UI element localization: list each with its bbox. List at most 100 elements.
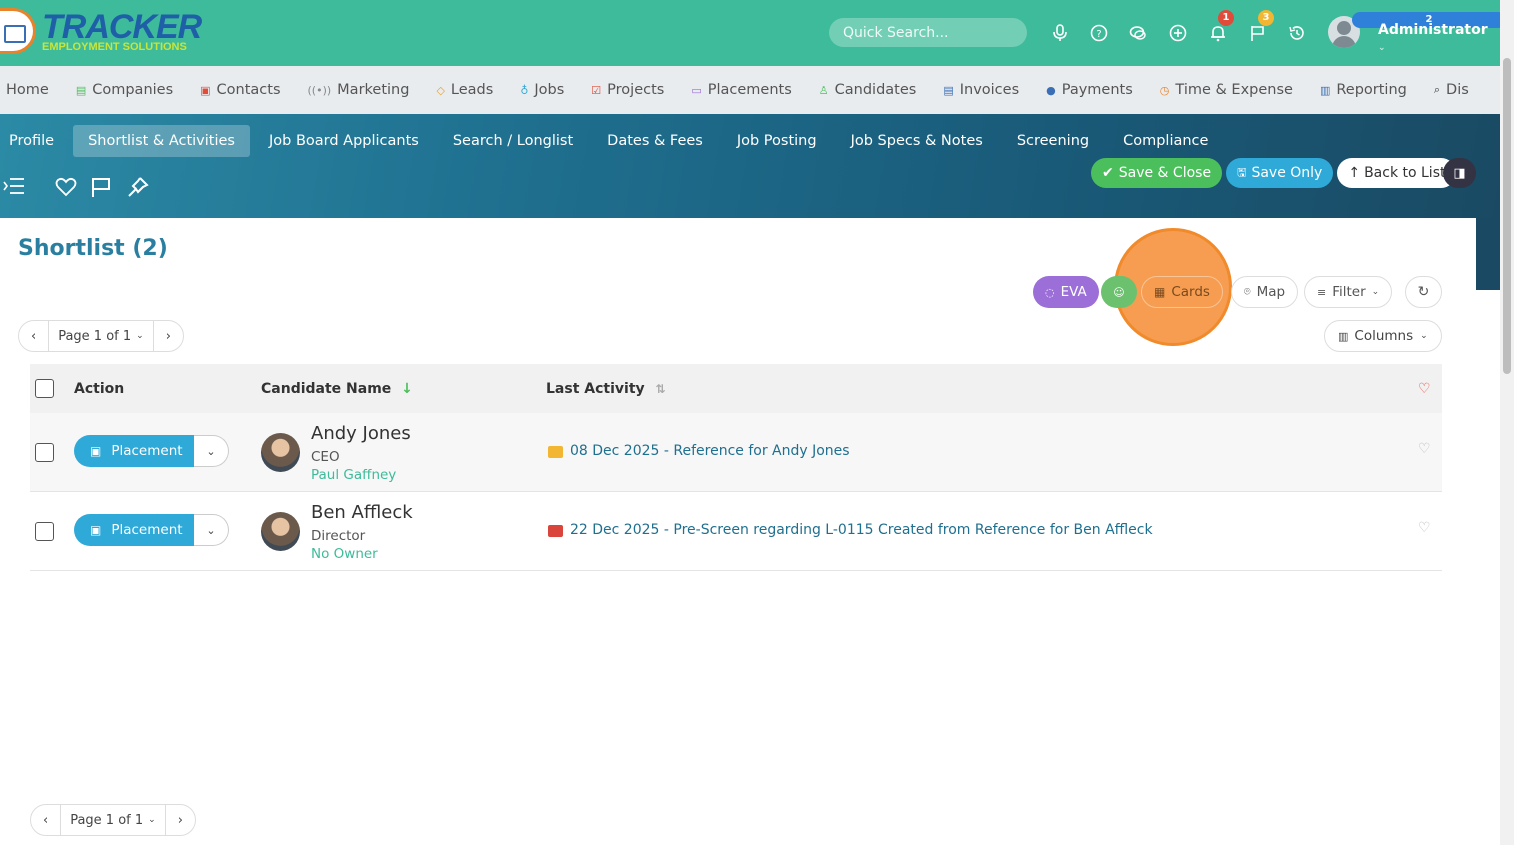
refresh-button[interactable]: ↻ <box>1405 276 1442 308</box>
nav-item-invoices[interactable]: ▤ Invoices <box>943 82 1019 98</box>
history-icon[interactable] <box>1287 24 1307 44</box>
shortlist-panel: Shortlist (2) ◌ EVA ☺ ▦ Cards ⌾ Map ≡ Filter… <box>0 218 1476 845</box>
header-last-activity[interactable]: Last Activity ⇅ <box>546 381 666 397</box>
filter-button[interactable]: ≡ Filter ⌄ <box>1304 276 1393 308</box>
candidate-avatar[interactable] <box>261 512 300 551</box>
header-candidate-name[interactable]: Candidate Name ↓ <box>261 381 413 397</box>
svg-text:?: ? <box>1096 29 1101 40</box>
notification-badge: 1 <box>1218 10 1234 26</box>
candidate-role: CEO <box>311 449 340 465</box>
briefcase-icon: ▣ <box>90 444 102 458</box>
tab-job-specs-notes[interactable]: Job Specs & Notes <box>836 125 998 157</box>
cards-view-button[interactable]: ▦ Cards <box>1141 276 1223 308</box>
payment-icon: ● <box>1046 83 1056 97</box>
nav-item-companies[interactable]: ▤ Companies <box>76 82 173 98</box>
placement-dropdown-toggle[interactable]: ⌄ <box>194 435 229 467</box>
last-activity-link[interactable]: 08 Dec 2025 - Reference for Andy Jones <box>570 443 850 459</box>
columns-button[interactable]: ▥ Columns ⌄ <box>1324 320 1442 352</box>
table-row[interactable]: ▣ Placement ⌄ Andy Jones CEO Paul Gaffney 08 D… <box>30 413 1442 492</box>
prev-page-button[interactable]: ‹ <box>19 321 48 351</box>
candidate-avatar[interactable] <box>261 433 300 472</box>
scrollbar-thumb[interactable] <box>1503 58 1511 374</box>
flag-icon[interactable]: 3 <box>1248 10 1274 44</box>
nav-item-marketing[interactable]: ((•)) Marketing <box>308 82 410 98</box>
nav-item-label: Payments <box>1061 82 1133 98</box>
nav-item-dis[interactable]: ⌕ Dis <box>1434 82 1469 98</box>
nav-item-leads[interactable]: ◇ Leads <box>436 82 493 98</box>
list-view-button[interactable]: ☺ <box>1101 276 1137 308</box>
user-name: Administrator <box>1378 22 1488 38</box>
flag-record-icon[interactable] <box>90 176 112 203</box>
nav-item-payments[interactable]: ● Payments <box>1046 82 1133 98</box>
page-scrollbar[interactable] <box>1500 0 1514 845</box>
tab-job-board-applicants[interactable]: Job Board Applicants <box>254 125 434 157</box>
nav-item-home[interactable]: Home <box>6 82 49 98</box>
tab-screening[interactable]: Screening <box>1002 125 1104 157</box>
cards-label: Cards <box>1171 284 1210 300</box>
table-header: Action Candidate Name ↓ Last Activity ⇅ … <box>30 364 1442 413</box>
next-page-button[interactable]: › <box>166 805 195 835</box>
quick-search-input[interactable] <box>829 18 1027 47</box>
record-header-band: Profile Shortlist & Activities Job Board A… <box>0 114 1500 218</box>
panel-toggle-button[interactable]: ◨ <box>1443 158 1476 188</box>
nav-item-candidates[interactable]: ♙ Candidates <box>819 82 917 98</box>
microphone-icon[interactable] <box>1050 24 1070 44</box>
row-checkbox[interactable] <box>35 443 54 462</box>
sidebar-toggle-icon[interactable] <box>3 176 25 201</box>
save-only-label: Save Only <box>1251 165 1323 181</box>
favorite-heart-icon[interactable]: ♡ <box>1418 441 1431 457</box>
table-row[interactable]: ▣ Placement ⌄ Ben Affleck Director No Owner 22… <box>30 492 1442 571</box>
placement-split-button: ▣ Placement ⌄ <box>74 514 229 546</box>
placement-button[interactable]: ▣ Placement <box>74 514 194 546</box>
tab-profile[interactable]: Profile <box>0 125 69 157</box>
pin-icon[interactable] <box>127 176 149 203</box>
save-only-button[interactable]: 🖫 Save Only <box>1226 158 1334 188</box>
bell-icon[interactable]: 1 <box>1208 10 1234 44</box>
nav-item-time-expense[interactable]: ◷ Time & Expense <box>1160 82 1293 98</box>
prev-page-button[interactable]: ‹ <box>31 805 60 835</box>
tab-shortlist-activities[interactable]: Shortlist & Activities <box>73 125 250 157</box>
nav-item-reporting[interactable]: ▥ Reporting <box>1320 82 1407 98</box>
add-icon[interactable] <box>1168 24 1188 44</box>
back-to-list-button[interactable]: ↑ Back to List <box>1337 158 1457 188</box>
map-view-button[interactable]: ⌾ Map <box>1231 276 1299 308</box>
nav-item-label: Marketing <box>337 82 410 98</box>
next-page-button[interactable]: › <box>154 321 183 351</box>
tab-search-longlist[interactable]: Search / Longlist <box>438 125 588 157</box>
nav-item-placements[interactable]: ▭ Placements <box>691 82 791 98</box>
nav-item-jobs[interactable]: ♁ Jobs <box>520 82 564 98</box>
logo-subtitle: EMPLOYMENT SOLUTIONS <box>42 40 187 53</box>
row-checkbox[interactable] <box>35 522 54 541</box>
flag-badge: 3 <box>1258 10 1274 26</box>
select-all-checkbox[interactable] <box>35 379 54 398</box>
chat-icon[interactable] <box>1128 24 1148 44</box>
sort-down-icon: ↓ <box>401 380 413 397</box>
save-and-close-button[interactable]: ✔ Save & Close <box>1091 158 1223 188</box>
last-activity-link[interactable]: 22 Dec 2025 - Pre-Screen regarding L-011… <box>570 522 1153 538</box>
help-icon[interactable]: ? <box>1089 24 1109 44</box>
chevron-down-icon: ⌄ <box>136 331 144 341</box>
nav-item-label: Leads <box>450 82 494 98</box>
page-select[interactable]: Page 1 of 1 ⌄ <box>60 805 166 835</box>
placement-dropdown-toggle[interactable]: ⌄ <box>194 514 229 546</box>
candidate-owner[interactable]: No Owner <box>311 546 378 562</box>
nav-item-contacts[interactable]: ▣ Contacts <box>200 82 280 98</box>
tab-job-posting[interactable]: Job Posting <box>722 125 832 157</box>
user-menu[interactable]: Administrator ⌄ <box>1378 22 1500 54</box>
favorites-column-heart-icon[interactable]: ♡ <box>1418 381 1431 397</box>
favorite-heart-icon[interactable] <box>55 177 77 202</box>
tab-compliance[interactable]: Compliance <box>1108 125 1223 157</box>
candidate-name[interactable]: Ben Affleck <box>311 502 413 523</box>
eva-button[interactable]: ◌ EVA <box>1033 276 1099 308</box>
favorite-heart-icon[interactable]: ♡ <box>1418 520 1431 536</box>
tracker-logo[interactable]: TRACKER EMPLOYMENT SOLUTIONS <box>0 8 202 54</box>
placement-button[interactable]: ▣ Placement <box>74 435 194 467</box>
pager-top: ‹ Page 1 of 1 ⌄ › <box>18 320 184 352</box>
candidate-owner[interactable]: Paul Gaffney <box>311 467 396 483</box>
candidate-name[interactable]: Andy Jones <box>311 423 411 444</box>
nav-item-projects[interactable]: ☑ Projects <box>591 82 664 98</box>
page-select[interactable]: Page 1 of 1 ⌄ <box>48 321 154 351</box>
briefcase-icon: ▣ <box>90 523 102 537</box>
location-pin-icon: ⌾ <box>1244 285 1251 298</box>
tab-dates-fees[interactable]: Dates & Fees <box>592 125 718 157</box>
